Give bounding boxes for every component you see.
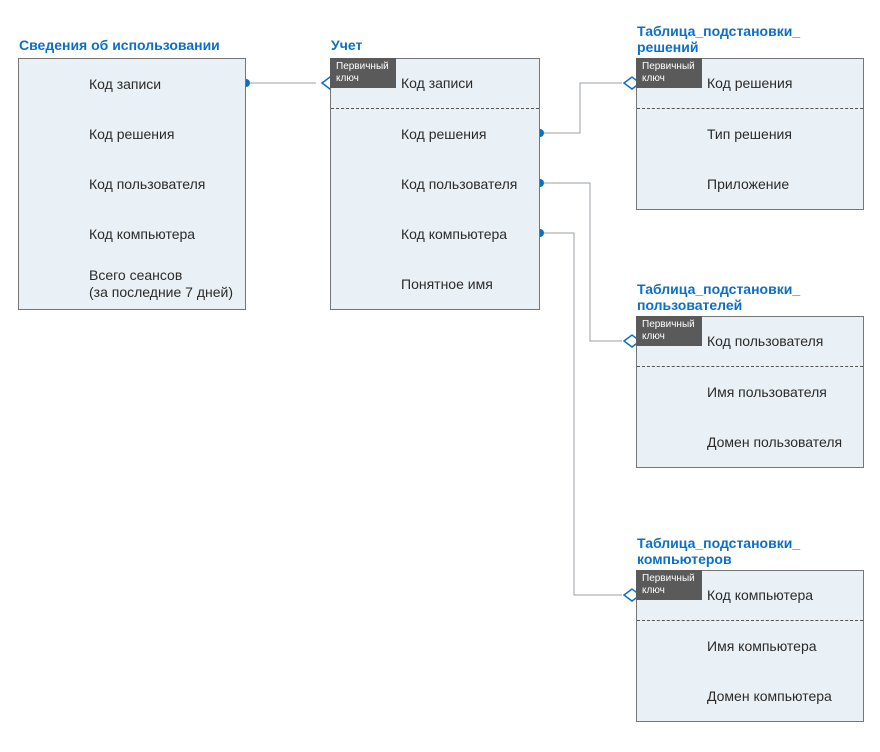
table-uchet: Учет Первичный ключ Код записи Код решен… (330, 58, 540, 310)
field-label: Код компьютера (89, 226, 195, 243)
field-label: Тип решения (707, 126, 792, 143)
field-label: Код записи (401, 75, 473, 92)
field-row: Домен пользователя (637, 417, 863, 467)
field-label: Имя компьютера (707, 638, 817, 655)
field-label: Код решения (707, 75, 792, 92)
table-title: Сведения об использовании (19, 37, 220, 53)
table-title: Таблица_подстановки_ пользователей (637, 281, 800, 313)
field-row-pk: Первичный ключ Код компьютера (637, 571, 863, 621)
field-label: Код записи (89, 76, 161, 93)
field-row: Понятное имя (331, 259, 539, 309)
field-label: Домен компьютера (707, 688, 832, 705)
primary-key-tag: Первичный ключ (330, 58, 396, 88)
field-label: Код решения (89, 126, 174, 143)
field-row: Код компьютера (19, 209, 245, 259)
field-row: Код компьютера (331, 209, 539, 259)
field-row-pk: Первичный ключ Код решения (637, 59, 863, 109)
field-label: Код пользователя (707, 333, 823, 350)
field-label: Всего сеансов (за последние 7 дней) (89, 267, 233, 301)
field-row: Имя пользователя (637, 367, 863, 417)
table-solutions-lookup: Таблица_подстановки_ решений Первичный к… (636, 58, 864, 210)
field-label: Код решения (401, 126, 486, 143)
table-usage: Сведения об использовании Код записи Код… (18, 58, 246, 310)
field-row-pk: Первичный ключ Код записи (331, 59, 539, 109)
table-title: Таблица_подстановки_ компьютеров (637, 535, 800, 567)
field-label: Код компьютера (401, 226, 507, 243)
field-row: Код решения (331, 109, 539, 159)
field-label: Имя пользователя (707, 384, 827, 401)
field-row: Код пользователя (331, 159, 539, 209)
field-row: Всего сеансов (за последние 7 дней) (19, 259, 245, 309)
primary-key-tag: Первичный ключ (636, 316, 702, 346)
field-row: Приложение (637, 159, 863, 209)
diagram-canvas: Сведения об использовании Код записи Код… (0, 0, 880, 752)
table-title: Учет (331, 37, 362, 53)
primary-key-tag: Первичный ключ (636, 570, 702, 600)
field-label: Приложение (707, 176, 789, 193)
field-row: Имя компьютера (637, 621, 863, 671)
field-row: Код решения (19, 109, 245, 159)
primary-key-tag: Первичный ключ (636, 58, 702, 88)
field-row: Код записи (19, 59, 245, 109)
field-row: Домен компьютера (637, 671, 863, 721)
table-title: Таблица_подстановки_ решений (637, 23, 800, 55)
field-row: Код пользователя (19, 159, 245, 209)
table-users-lookup: Таблица_подстановки_ пользователей Перви… (636, 316, 864, 468)
field-label: Код пользователя (89, 176, 205, 193)
field-label: Код компьютера (707, 587, 813, 604)
field-label: Код пользователя (401, 176, 517, 193)
field-row-pk: Первичный ключ Код пользователя (637, 317, 863, 367)
field-label: Домен пользователя (707, 434, 842, 451)
field-row: Тип решения (637, 109, 863, 159)
table-computers-lookup: Таблица_подстановки_ компьютеров Первичн… (636, 570, 864, 722)
field-label: Понятное имя (401, 276, 493, 293)
